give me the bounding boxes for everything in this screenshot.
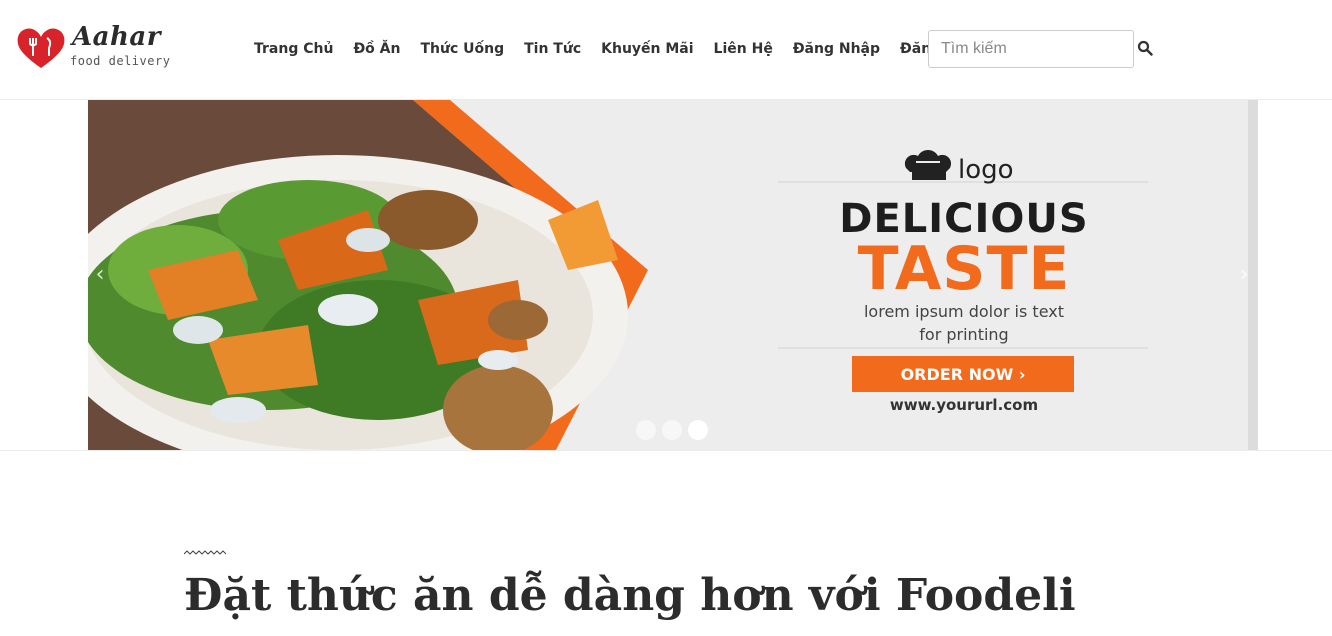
- heart-logo-icon: [17, 28, 65, 68]
- carousel-dot[interactable]: [636, 420, 656, 440]
- nav-item-login[interactable]: Đăng Nhập: [783, 38, 890, 60]
- main-nav: Trang Chủ Đồ Ăn Thức Uống Tin Tức Khuyến…: [244, 38, 972, 60]
- nav-item-promotions[interactable]: Khuyến Mãi: [591, 38, 703, 60]
- chevron-right-icon[interactable]: ›: [1232, 260, 1256, 290]
- banner-highlight: TASTE: [857, 234, 1071, 304]
- nav-item-contact[interactable]: Liên Hệ: [704, 38, 783, 60]
- squiggle-divider-icon: [184, 550, 227, 555]
- brand-name: Aahar: [72, 22, 161, 52]
- carousel-dot-active[interactable]: [688, 420, 708, 440]
- nav-item-home[interactable]: Trang Chủ: [244, 38, 343, 60]
- banner-url: www.yoururl.com: [889, 396, 1039, 414]
- banner-tagline-line1: lorem ipsum dolor is text: [863, 302, 1064, 321]
- banner-tagline-line2: for printing: [919, 325, 1009, 344]
- site-header: Aahar food delivery Trang Chủ Đồ Ăn Thức…: [0, 0, 1332, 100]
- chevron-left-icon[interactable]: ‹: [88, 260, 112, 290]
- search-box: [928, 30, 1134, 68]
- hero-carousel: logo DELICIOUS TASTE lorem ipsum dolor i…: [88, 100, 1258, 450]
- carousel-indicators: [636, 420, 708, 440]
- brand-logo[interactable]: Aahar food delivery: [16, 22, 176, 74]
- nav-item-drinks[interactable]: Thức Uống: [410, 38, 514, 60]
- banner-tagline: lorem ipsum dolor is text for printing: [788, 300, 1140, 346]
- page-heading: Đặt thức ăn dễ dàng hơn với Foodeli: [184, 570, 1076, 621]
- search-input[interactable]: [929, 31, 1133, 67]
- carousel-dot[interactable]: [662, 420, 682, 440]
- section-divider: [0, 450, 1332, 451]
- search-icon[interactable]: [1137, 40, 1153, 56]
- order-now-button[interactable]: ORDER NOW ›: [852, 356, 1074, 392]
- brand-tagline: food delivery: [70, 54, 171, 68]
- nav-item-news[interactable]: Tin Tức: [514, 38, 591, 60]
- banner-logo-text: logo: [958, 155, 1014, 185]
- nav-item-food[interactable]: Đồ Ăn: [343, 38, 410, 60]
